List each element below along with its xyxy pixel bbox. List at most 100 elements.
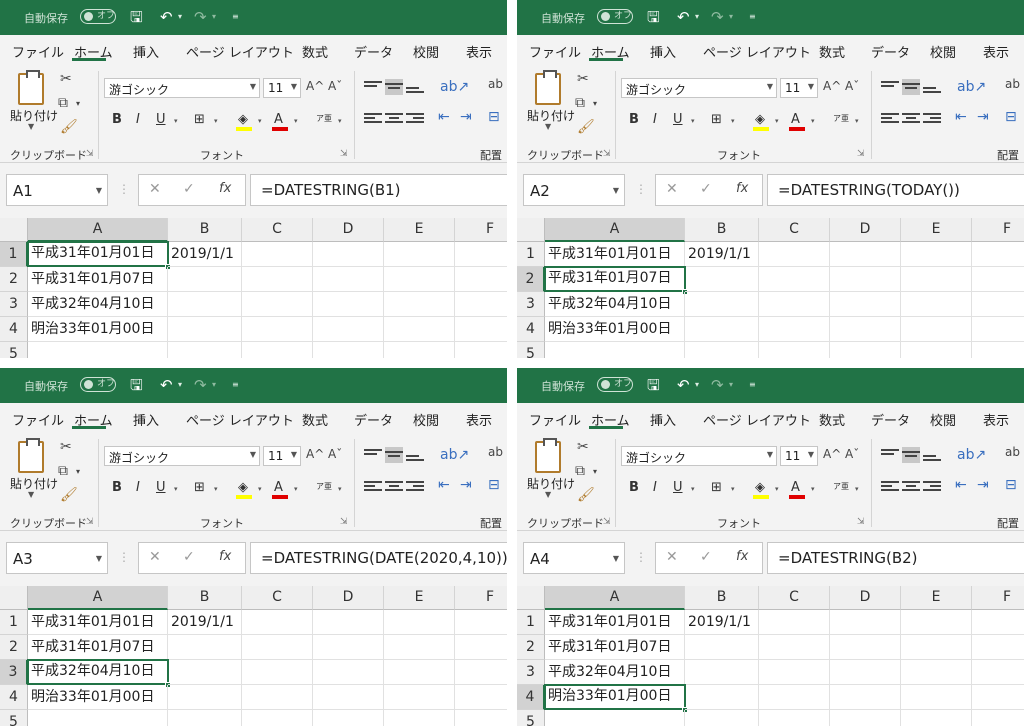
tab-page-layout[interactable]: ページ レイアウト — [186, 410, 294, 429]
increase-indent-icon[interactable]: ⇥ — [460, 477, 472, 493]
copy-dropdown-icon[interactable]: ▾ — [76, 467, 80, 476]
format-painter-icon[interactable]: 🖌 — [577, 487, 595, 503]
cell-b2[interactable] — [168, 635, 242, 660]
cell-e3[interactable] — [384, 660, 455, 685]
orientation-icon[interactable]: ab↗ — [440, 447, 469, 463]
row-header-3[interactable]: 3 — [517, 292, 545, 317]
formula-bar-input[interactable]: =DATESTRING(TODAY()) — [767, 174, 1024, 206]
underline-button[interactable]: U — [156, 480, 166, 495]
cell-b5[interactable] — [168, 342, 242, 358]
cell-f5[interactable] — [455, 342, 507, 358]
cell-f4[interactable] — [972, 317, 1024, 342]
bold-button[interactable]: B — [112, 112, 122, 127]
fill-color-dropdown-icon[interactable]: ▾ — [775, 117, 779, 125]
decrease-indent-icon[interactable]: ⇤ — [955, 477, 967, 493]
column-header-f[interactable]: F — [455, 218, 507, 242]
formula-bar-grip-icon[interactable]: ⋮ — [635, 182, 647, 196]
cell-e5[interactable] — [384, 342, 455, 358]
tab-review[interactable]: 校閲 — [413, 42, 439, 61]
cell-f4[interactable] — [972, 685, 1024, 710]
column-header-d[interactable]: D — [830, 218, 901, 242]
column-header-c[interactable]: C — [759, 586, 830, 610]
cell-d1[interactable] — [830, 610, 901, 635]
tab-file[interactable]: ファイル — [12, 410, 64, 429]
align-bottom-icon[interactable] — [406, 79, 424, 95]
cell-e2[interactable] — [384, 635, 455, 660]
clipboard-launcher-icon[interactable]: ⇲ — [86, 149, 94, 159]
font-size-box[interactable]: 11 ▼ — [263, 78, 301, 98]
column-header-a[interactable]: A — [545, 586, 685, 610]
column-header-d[interactable]: D — [313, 218, 384, 242]
cell-e1[interactable] — [901, 610, 972, 635]
redo-dropdown-icon[interactable]: ▾ — [729, 380, 733, 389]
column-header-b[interactable]: B — [168, 586, 242, 610]
save-icon[interactable]: 🖫 — [647, 7, 660, 27]
redo-icon[interactable]: ↷ — [194, 7, 207, 27]
row-header-5[interactable]: 5 — [0, 342, 28, 358]
cell-d4[interactable] — [830, 685, 901, 710]
format-painter-icon[interactable]: 🖌 — [60, 487, 78, 503]
formula-bar-grip-icon[interactable]: ⋮ — [635, 550, 647, 564]
cell-b2[interactable] — [168, 267, 242, 292]
align-top-icon[interactable] — [881, 447, 899, 463]
copy-dropdown-icon[interactable]: ▾ — [76, 99, 80, 108]
tab-formulas[interactable]: 数式 — [819, 42, 845, 61]
row-header-2[interactable]: 2 — [517, 267, 545, 292]
tab-file[interactable]: ファイル — [529, 42, 581, 61]
align-bottom-icon[interactable] — [923, 447, 941, 463]
align-left-icon[interactable] — [364, 111, 382, 127]
cell-f1[interactable] — [972, 242, 1024, 267]
font-color-icon[interactable]: A — [791, 112, 800, 127]
phonetic-dropdown-icon[interactable]: ▾ — [338, 485, 342, 493]
align-bottom-icon[interactable] — [923, 79, 941, 95]
phonetic-guide-icon[interactable]: ア亜 — [833, 481, 849, 492]
undo-dropdown-icon[interactable]: ▾ — [178, 380, 182, 389]
copy-icon[interactable]: ⧉ — [58, 463, 68, 479]
cell-f1[interactable] — [455, 610, 507, 635]
redo-icon[interactable]: ↷ — [194, 375, 207, 395]
column-header-e[interactable]: E — [901, 218, 972, 242]
cell-b4[interactable] — [168, 317, 242, 342]
font-color-dropdown-icon[interactable]: ▾ — [811, 485, 815, 493]
row-header-2[interactable]: 2 — [0, 635, 28, 660]
cell-f5[interactable] — [972, 342, 1024, 358]
borders-icon[interactable]: ⊞ — [194, 112, 205, 127]
align-top-icon[interactable] — [364, 447, 382, 463]
cell-f2[interactable] — [455, 267, 507, 292]
insert-function-icon[interactable]: fx — [736, 549, 748, 564]
align-right-icon[interactable] — [406, 111, 424, 127]
name-box[interactable]: A4 ▼ — [523, 542, 625, 574]
cell-e2[interactable] — [384, 267, 455, 292]
shrink-font-icon[interactable]: Aˇ — [328, 79, 342, 93]
format-painter-icon[interactable]: 🖌 — [60, 119, 78, 135]
save-icon[interactable]: 🖫 — [130, 7, 143, 27]
tab-file[interactable]: ファイル — [12, 42, 64, 61]
cell-d4[interactable] — [830, 317, 901, 342]
grow-font-icon[interactable]: A^ — [306, 447, 324, 461]
cell-e3[interactable] — [384, 292, 455, 317]
cell-b1[interactable]: 2019/1/1 — [685, 610, 759, 635]
undo-icon[interactable]: ↶ — [677, 7, 690, 27]
formula-bar-input[interactable]: =DATESTRING(B1) — [250, 174, 507, 206]
merge-center-icon[interactable]: ⊟ — [488, 109, 500, 125]
tab-data[interactable]: データ — [354, 42, 393, 61]
cell-c4[interactable] — [759, 317, 830, 342]
row-header-3[interactable]: 3 — [0, 292, 28, 317]
paste-dropdown-icon[interactable]: ▼ — [545, 490, 551, 499]
cell-d2[interactable] — [313, 267, 384, 292]
cut-icon[interactable]: ✂ — [577, 71, 589, 87]
merge-center-icon[interactable]: ⊟ — [1005, 477, 1017, 493]
fill-color-icon[interactable]: ◈ — [238, 112, 248, 127]
increase-indent-icon[interactable]: ⇥ — [460, 109, 472, 125]
clipboard-launcher-icon[interactable]: ⇲ — [86, 517, 94, 527]
phonetic-dropdown-icon[interactable]: ▾ — [338, 117, 342, 125]
font-size-box[interactable]: 11 ▼ — [780, 446, 818, 466]
decrease-indent-icon[interactable]: ⇤ — [438, 109, 450, 125]
font-name-box[interactable]: 游ゴシック ▼ — [104, 78, 260, 98]
phonetic-guide-icon[interactable]: ア亜 — [833, 113, 849, 124]
cell-c2[interactable] — [759, 267, 830, 292]
tab-formulas[interactable]: 数式 — [302, 42, 328, 61]
row-header-2[interactable]: 2 — [517, 635, 545, 660]
row-header-4[interactable]: 4 — [517, 317, 545, 342]
cell-a5[interactable] — [28, 342, 168, 358]
